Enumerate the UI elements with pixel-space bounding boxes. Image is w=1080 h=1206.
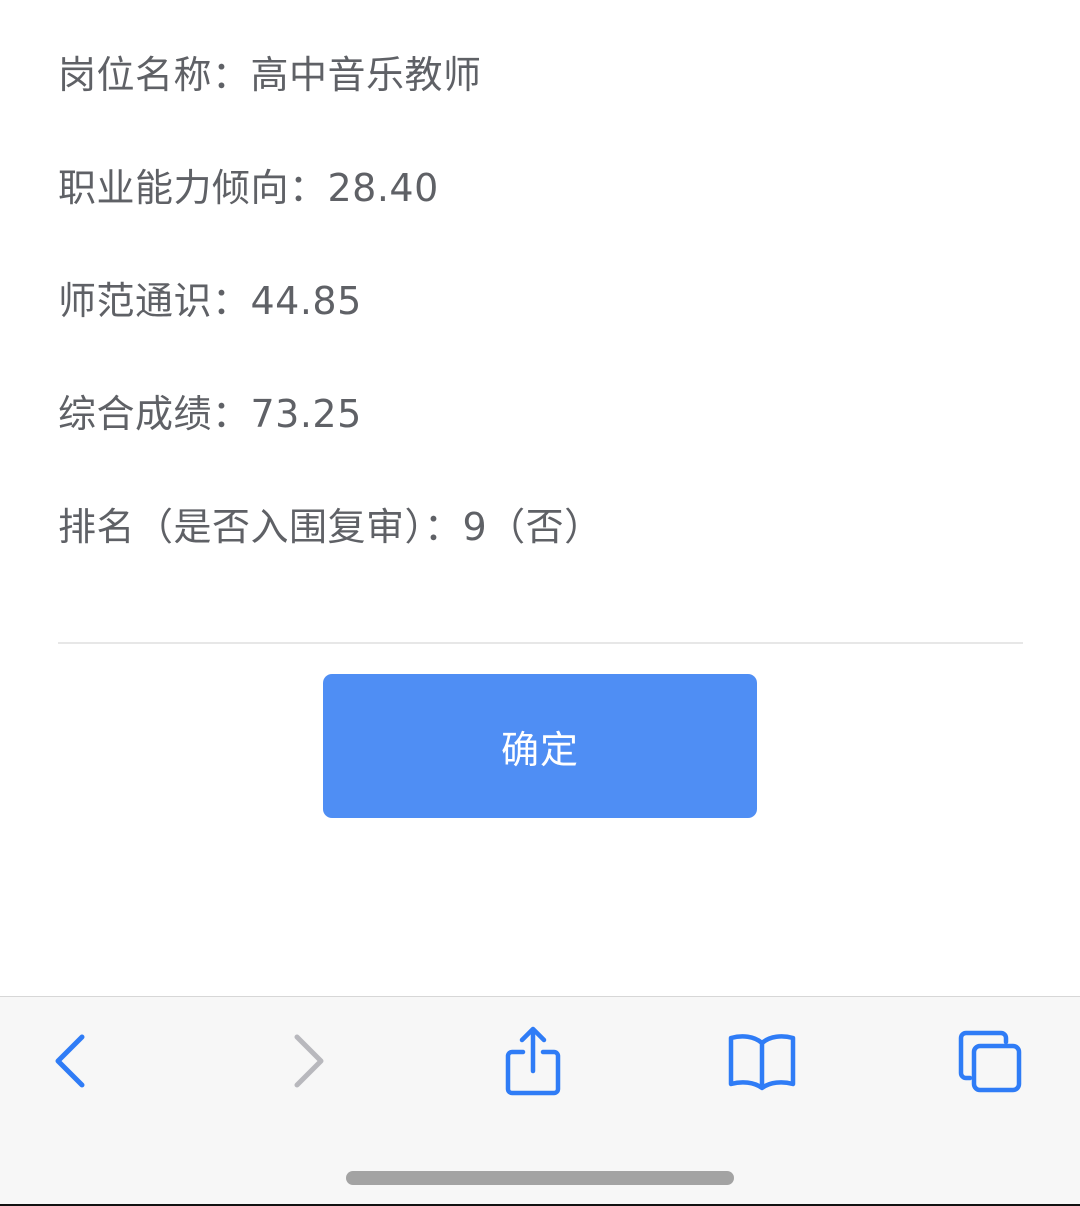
home-indicator[interactable] xyxy=(346,1171,734,1185)
back-button[interactable] xyxy=(30,1023,114,1099)
browser-toolbar xyxy=(0,996,1080,1205)
confirm-button[interactable]: 确定 xyxy=(323,674,757,818)
total-score: 综合成绩：73.25 xyxy=(58,392,362,436)
position-name: 岗位名称：高中音乐教师 xyxy=(58,53,482,97)
bookmarks-button[interactable] xyxy=(720,1023,804,1099)
tabs-button[interactable] xyxy=(948,1023,1032,1099)
general-knowledge-score: 师范通识：44.85 xyxy=(58,279,362,323)
book-icon xyxy=(728,1034,796,1091)
ranking: 排名（是否入围复审）：9（否） xyxy=(58,505,603,549)
forward-button[interactable] xyxy=(265,1023,349,1099)
chevron-left-icon xyxy=(55,1034,85,1088)
chevron-right-icon xyxy=(294,1034,324,1088)
aptitude-score: 职业能力倾向：28.40 xyxy=(58,166,439,210)
share-button[interactable] xyxy=(491,1023,575,1099)
page-content: 岗位名称：高中音乐教师 职业能力倾向：28.40 师范通识：44.85 综合成绩… xyxy=(0,0,1080,996)
tabs-icon xyxy=(958,1030,1022,1093)
share-icon xyxy=(505,1026,561,1096)
divider xyxy=(58,642,1023,644)
